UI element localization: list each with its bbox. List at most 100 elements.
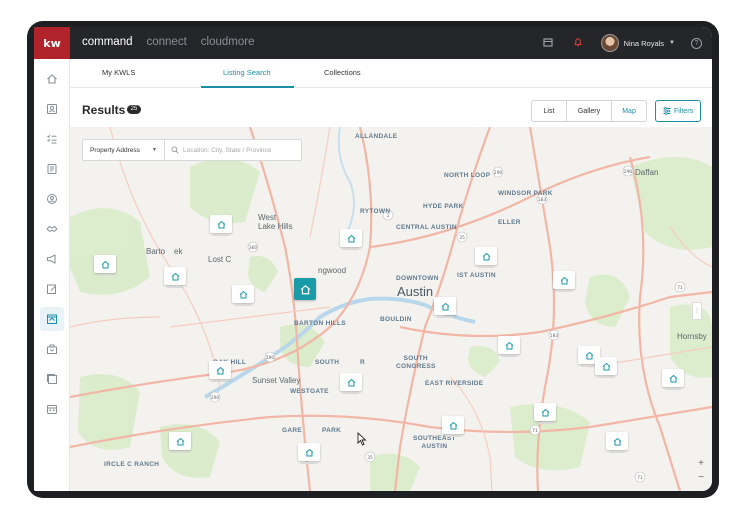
map-label-south-r: R [360, 359, 365, 366]
map-label-downtown: DOWNTOWN [396, 275, 439, 282]
people-icon[interactable] [40, 187, 64, 211]
svg-text:290: 290 [266, 355, 275, 361]
house-icon [441, 302, 449, 310]
marketing-icon[interactable] [40, 247, 64, 271]
map-label-central-austin: CENTRAL AUSTIN [396, 224, 457, 231]
tab-collections[interactable]: Collections [324, 68, 361, 77]
svg-text:71: 71 [532, 428, 538, 434]
location-search-input[interactable] [183, 146, 293, 154]
checklist-icon[interactable] [40, 157, 64, 181]
active-tab-indicator [201, 86, 294, 88]
house-icon [101, 260, 109, 268]
kw-logo[interactable]: kw [34, 27, 70, 59]
app-tab-connect[interactable]: connect [147, 36, 187, 48]
search-type-select[interactable]: Property Address ▼ [83, 140, 165, 160]
user-menu[interactable]: Nina Royals ▼ [600, 34, 675, 52]
home-icon[interactable] [40, 67, 64, 91]
map-view[interactable]: 290 183 35 1 360 290 71 183 71 35 290 29… [70, 127, 712, 491]
house-icon [171, 272, 179, 280]
listings-icon[interactable] [40, 307, 64, 331]
map-label-west-lake-hills: West Lake Hills [258, 213, 293, 231]
app-tab-cloudmore[interactable]: cloudmore [201, 36, 255, 48]
map-label-hornsby: Hornsby [677, 332, 707, 341]
page-title: Results [82, 103, 126, 117]
search-icon [171, 146, 179, 154]
calendar-icon[interactable] [40, 397, 64, 421]
help-icon[interactable]: ? [691, 37, 702, 49]
gallery-view-button[interactable]: Gallery [567, 101, 613, 121]
listing-pin[interactable] [340, 373, 362, 394]
house-icon [560, 276, 568, 284]
listing-pin[interactable] [210, 215, 232, 236]
listing-pin[interactable] [340, 229, 362, 250]
listing-pin[interactable] [232, 285, 254, 306]
listing-pin-selected[interactable] [294, 278, 316, 300]
house-icon [602, 362, 610, 370]
listing-pin[interactable] [606, 432, 628, 453]
app-screen: kw command connect cloudmore Nina Royals… [34, 27, 712, 491]
map-label-rollingwood: ngwood [318, 266, 347, 275]
listing-pin[interactable] [442, 416, 464, 437]
house-icon [505, 341, 513, 349]
zoom-in-button[interactable]: + [698, 457, 704, 471]
map-label-barton-hills: BARTON HILLS [294, 320, 346, 327]
store-icon[interactable] [541, 37, 555, 50]
tab-listing-search[interactable]: Listing Search [223, 68, 271, 77]
results-count-badge: 25 [127, 105, 141, 114]
list-view-button[interactable]: List [532, 101, 567, 121]
map-label-austin: Austin [397, 284, 434, 299]
map-view-button[interactable]: Map [612, 101, 646, 121]
search-field [165, 140, 301, 160]
app-switcher: command connect cloudmore [82, 36, 254, 48]
map-label-eller: ELLER [498, 219, 521, 226]
zoom-out-button[interactable]: − [698, 471, 704, 485]
search-type-value: Property Address [90, 146, 140, 154]
app-tab-command[interactable]: command [82, 36, 133, 48]
house-icon [541, 408, 549, 416]
map-label-north-loop: NORTH LOOP [444, 172, 491, 179]
house-icon [216, 366, 224, 374]
sub-tabs: My KWLS Listing Search Collections [70, 59, 712, 88]
listing-pin[interactable] [169, 432, 191, 453]
contacts-icon[interactable] [40, 97, 64, 121]
map-label-daffan: Daffan [635, 168, 659, 177]
svg-text:183: 183 [550, 333, 559, 339]
map-label-south-congress: SOUTH CONGRESS [396, 355, 436, 370]
house-icon [305, 448, 313, 456]
svg-text:71: 71 [677, 285, 683, 291]
filters-button[interactable]: Filters [655, 100, 701, 122]
user-name: Nina Royals [623, 38, 665, 48]
listing-pin[interactable] [164, 267, 186, 288]
listing-pin[interactable] [534, 403, 556, 424]
listing-pin[interactable] [553, 271, 575, 292]
deals-icon[interactable] [40, 217, 64, 241]
tab-my-kwls[interactable]: My KWLS [102, 68, 135, 77]
listing-pin[interactable] [595, 357, 617, 378]
tasks-icon[interactable] [40, 127, 64, 151]
listing-pin[interactable] [475, 247, 497, 268]
listing-pin[interactable] [434, 297, 456, 318]
map-label-barton-creek: Barto ek [146, 247, 183, 256]
mail-icon[interactable] [40, 337, 64, 361]
listing-pin[interactable] [298, 443, 320, 464]
chevron-down-icon: ▼ [152, 147, 157, 153]
edit-icon[interactable] [40, 277, 64, 301]
house-icon [239, 290, 247, 298]
map-label-lost-creek: Lost C [208, 255, 232, 264]
sidebar [34, 59, 70, 491]
filter-sliders-icon [663, 107, 671, 115]
mouse-cursor-icon [357, 432, 367, 446]
listing-pin[interactable] [662, 369, 684, 390]
svg-text:290: 290 [494, 170, 503, 176]
pages-icon[interactable] [40, 367, 64, 391]
svg-text:35: 35 [459, 235, 465, 241]
house-icon [449, 421, 457, 429]
notification-bell-icon[interactable] [571, 37, 585, 50]
listing-pin[interactable] [94, 255, 116, 276]
map-label-east-austin: IST AUSTIN [457, 272, 496, 279]
listing-pin[interactable] [498, 336, 520, 357]
svg-text:360: 360 [249, 245, 258, 251]
listing-pin[interactable] [209, 361, 231, 382]
svg-text:35: 35 [367, 455, 373, 461]
map-layers-icon[interactable]: ⋮ [692, 302, 702, 320]
